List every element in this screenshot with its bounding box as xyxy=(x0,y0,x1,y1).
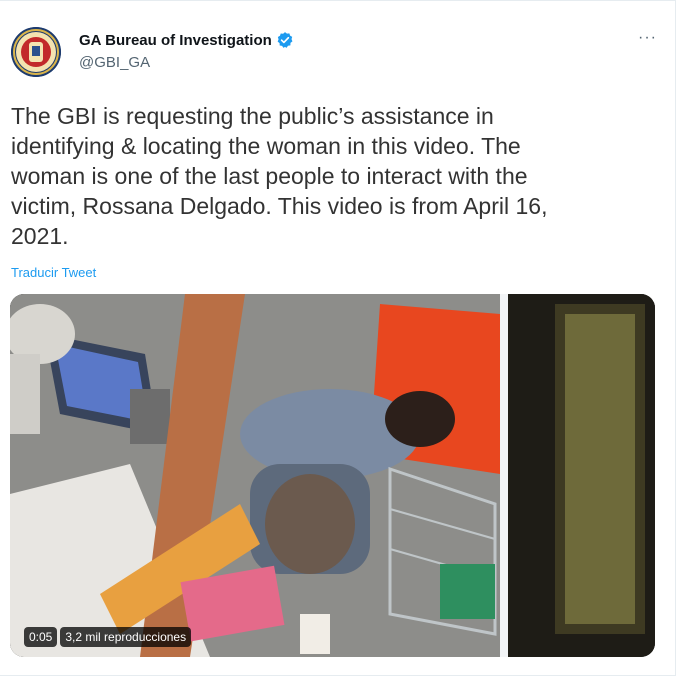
verified-badge-icon xyxy=(277,32,293,48)
video-views: 3,2 mil reproducciones xyxy=(60,627,192,647)
avatar[interactable] xyxy=(11,27,61,77)
author-name-row[interactable]: GA Bureau of Investigation xyxy=(79,31,294,49)
video-player[interactable]: 0:05 3,2 mil reproducciones xyxy=(10,294,655,657)
more-options-icon[interactable]: ··· xyxy=(638,29,657,47)
video-time: 0:05 xyxy=(24,627,58,647)
video-overlay: 0:05 3,2 mil reproducciones xyxy=(24,627,192,647)
tweet-card[interactable]: GA Bureau of Investigation @GBI_GA ··· T… xyxy=(0,0,676,676)
author-handle[interactable]: @GBI_GA xyxy=(79,54,150,71)
video-frame xyxy=(10,294,655,657)
author-name[interactable]: GA Bureau of Investigation xyxy=(79,32,272,49)
tweet-text: The GBI is requesting the public’s assis… xyxy=(11,103,548,249)
gbi-seal-icon xyxy=(11,27,61,77)
translate-tweet-link[interactable]: Traducir Tweet xyxy=(11,265,96,280)
